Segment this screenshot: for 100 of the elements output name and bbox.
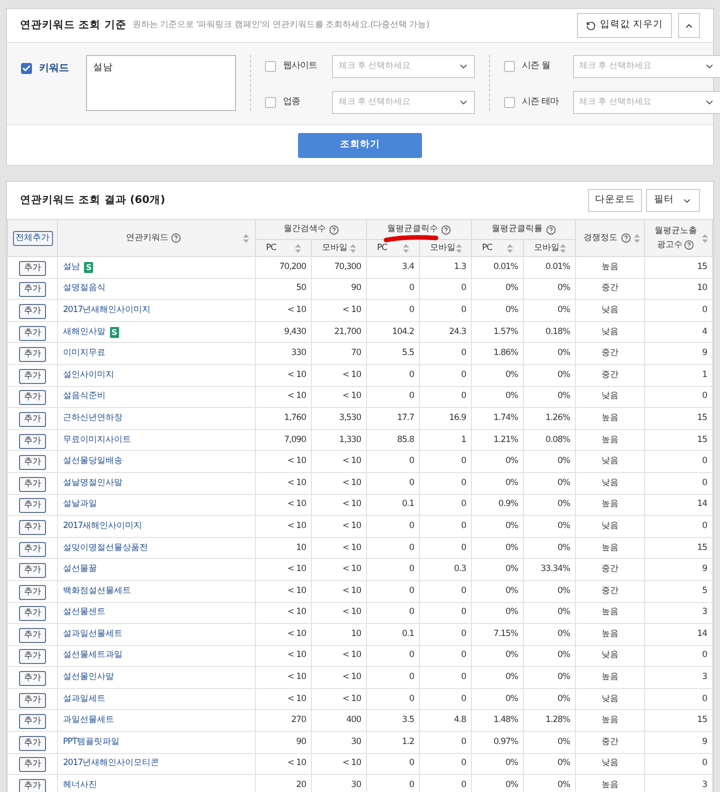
- sort-icon[interactable]: [403, 244, 409, 252]
- add-button[interactable]: 추가: [19, 347, 46, 362]
- add-button[interactable]: 추가: [19, 520, 46, 535]
- table-cell: 3: [702, 672, 707, 682]
- help-icon[interactable]: [620, 233, 630, 243]
- keyword-link[interactable]: 새해인사말: [63, 326, 106, 338]
- keyword-link[interactable]: 설과일세트: [63, 694, 106, 705]
- keyword-link[interactable]: 설남: [63, 262, 80, 273]
- add-button[interactable]: 추가: [19, 390, 46, 406]
- keyword-link[interactable]: 설과일선물세트: [63, 628, 122, 640]
- checkbox[interactable]: [265, 97, 276, 108]
- keyword-link[interactable]: 설선물세트과일: [63, 650, 122, 662]
- keyword-link[interactable]: 설명절음식: [63, 283, 106, 294]
- keyword-link[interactable]: 이미지무료: [63, 348, 106, 360]
- add-button[interactable]: 추가: [19, 779, 46, 792]
- table-cell: 9: [702, 348, 707, 358]
- keyword-link[interactable]: 설음식준비: [63, 391, 106, 402]
- add-button[interactable]: 추가: [19, 563, 46, 578]
- help-icon[interactable]: [546, 224, 556, 234]
- download-button[interactable]: 다운로드: [588, 189, 642, 212]
- keyword-link[interactable]: 설날명절인사말: [63, 478, 122, 489]
- sort-icon[interactable]: [702, 234, 708, 242]
- help-icon[interactable]: [441, 224, 451, 234]
- add-button[interactable]: 추가: [19, 649, 46, 664]
- keyword-textarea[interactable]: 설남: [86, 55, 236, 111]
- column-header: 월평균클릭률: [492, 224, 542, 235]
- add-button[interactable]: 추가: [19, 736, 46, 751]
- help-icon[interactable]: [684, 240, 694, 250]
- add-button[interactable]: 추가: [19, 692, 46, 708]
- keyword-link[interactable]: 과일선물세트: [63, 715, 114, 726]
- keyword-link[interactable]: PPT템플릿파일: [63, 736, 120, 748]
- checkbox[interactable]: [21, 63, 32, 74]
- keyword-link[interactable]: 백화점설선물세트: [63, 586, 131, 597]
- add-all-button[interactable]: 전체추가: [12, 230, 52, 246]
- keyword-link[interactable]: 설선물당일배송: [63, 456, 122, 468]
- table-cell: < 10: [287, 391, 306, 402]
- table-cell: 0: [461, 607, 466, 618]
- help-icon[interactable]: [171, 233, 182, 243]
- help-icon[interactable]: [328, 224, 339, 234]
- table-cell: 0: [461, 694, 466, 704]
- table-cell: 0%: [506, 694, 518, 704]
- add-button[interactable]: 추가: [19, 412, 46, 427]
- add-button[interactable]: 추가: [19, 714, 46, 730]
- collapse-button[interactable]: [678, 13, 700, 38]
- column-header: PC: [266, 242, 276, 254]
- sort-icon[interactable]: [560, 244, 566, 252]
- keyword-link[interactable]: 설선물센트: [63, 607, 106, 618]
- checkbox[interactable]: [265, 61, 276, 72]
- table-cell: 24.3: [449, 326, 466, 337]
- add-button[interactable]: 추가: [19, 282, 46, 298]
- sort-icon[interactable]: [295, 244, 301, 252]
- table-cell: 높음: [602, 262, 618, 272]
- add-button[interactable]: 추가: [19, 326, 46, 341]
- keyword-link[interactable]: 설인사이미지: [63, 370, 114, 381]
- add-button[interactable]: 추가: [19, 542, 46, 557]
- add-button[interactable]: 추가: [19, 476, 46, 492]
- add-button[interactable]: 추가: [19, 260, 46, 276]
- checkbox[interactable]: [504, 61, 515, 72]
- table-cell: 1: [461, 434, 466, 445]
- keyword-link[interactable]: 근하신년연하장: [63, 412, 122, 424]
- add-button[interactable]: 추가: [19, 368, 46, 384]
- column-header: 광고수: [656, 239, 682, 252]
- keyword-link[interactable]: 설선물인사말: [63, 672, 114, 684]
- filter-button[interactable]: 필터: [646, 189, 700, 212]
- add-button[interactable]: 추가: [19, 606, 46, 622]
- add-button[interactable]: 추가: [19, 584, 46, 600]
- sort-icon[interactable]: [456, 244, 462, 252]
- table-cell: 0%: [506, 780, 518, 790]
- sort-icon[interactable]: [243, 234, 249, 242]
- keyword-link[interactable]: 무료이미지사이트: [63, 434, 131, 446]
- table-cell: 7.15%: [493, 628, 518, 639]
- search-button[interactable]: 조회하기: [298, 132, 422, 158]
- checkbox[interactable]: [504, 97, 515, 108]
- table-cell: < 10: [287, 520, 306, 531]
- add-button[interactable]: 추가: [19, 498, 46, 514]
- keyword-link[interactable]: 헤너사진: [63, 780, 97, 792]
- table-cell: 0%: [506, 520, 518, 531]
- add-button[interactable]: 추가: [19, 304, 46, 319]
- add-button[interactable]: 추가: [19, 628, 46, 643]
- keyword-link[interactable]: 설날과일: [63, 499, 97, 510]
- table-cell: 0: [461, 478, 466, 488]
- sort-icon[interactable]: [350, 244, 356, 252]
- sort-icon[interactable]: [634, 234, 640, 242]
- table-cell: 중간: [602, 370, 618, 380]
- table-cell: < 10: [342, 391, 361, 402]
- column-header: 월평균노출: [654, 225, 697, 238]
- table-cell: < 10: [342, 650, 361, 660]
- table-cell: 0%: [558, 370, 570, 380]
- sort-icon[interactable]: [507, 244, 513, 252]
- add-button[interactable]: 추가: [19, 757, 46, 772]
- table-cell: 7,090: [284, 434, 306, 445]
- keyword-link[interactable]: 설선물꿀: [63, 564, 97, 576]
- panel-hint: 원하는 기준으로 '파워링크 캠페인'의 연관키워드를 조회하세요.(다중선택 가능): [132, 19, 430, 32]
- add-button[interactable]: 추가: [19, 455, 46, 470]
- table-cell: < 10: [287, 758, 306, 768]
- add-button[interactable]: 추가: [19, 434, 46, 449]
- table-cell: 0: [702, 391, 707, 402]
- reset-button[interactable]: 입력값 지우기: [576, 13, 672, 38]
- panel-title: 연관키워드 조회 기준: [20, 18, 126, 33]
- add-button[interactable]: 추가: [19, 671, 46, 686]
